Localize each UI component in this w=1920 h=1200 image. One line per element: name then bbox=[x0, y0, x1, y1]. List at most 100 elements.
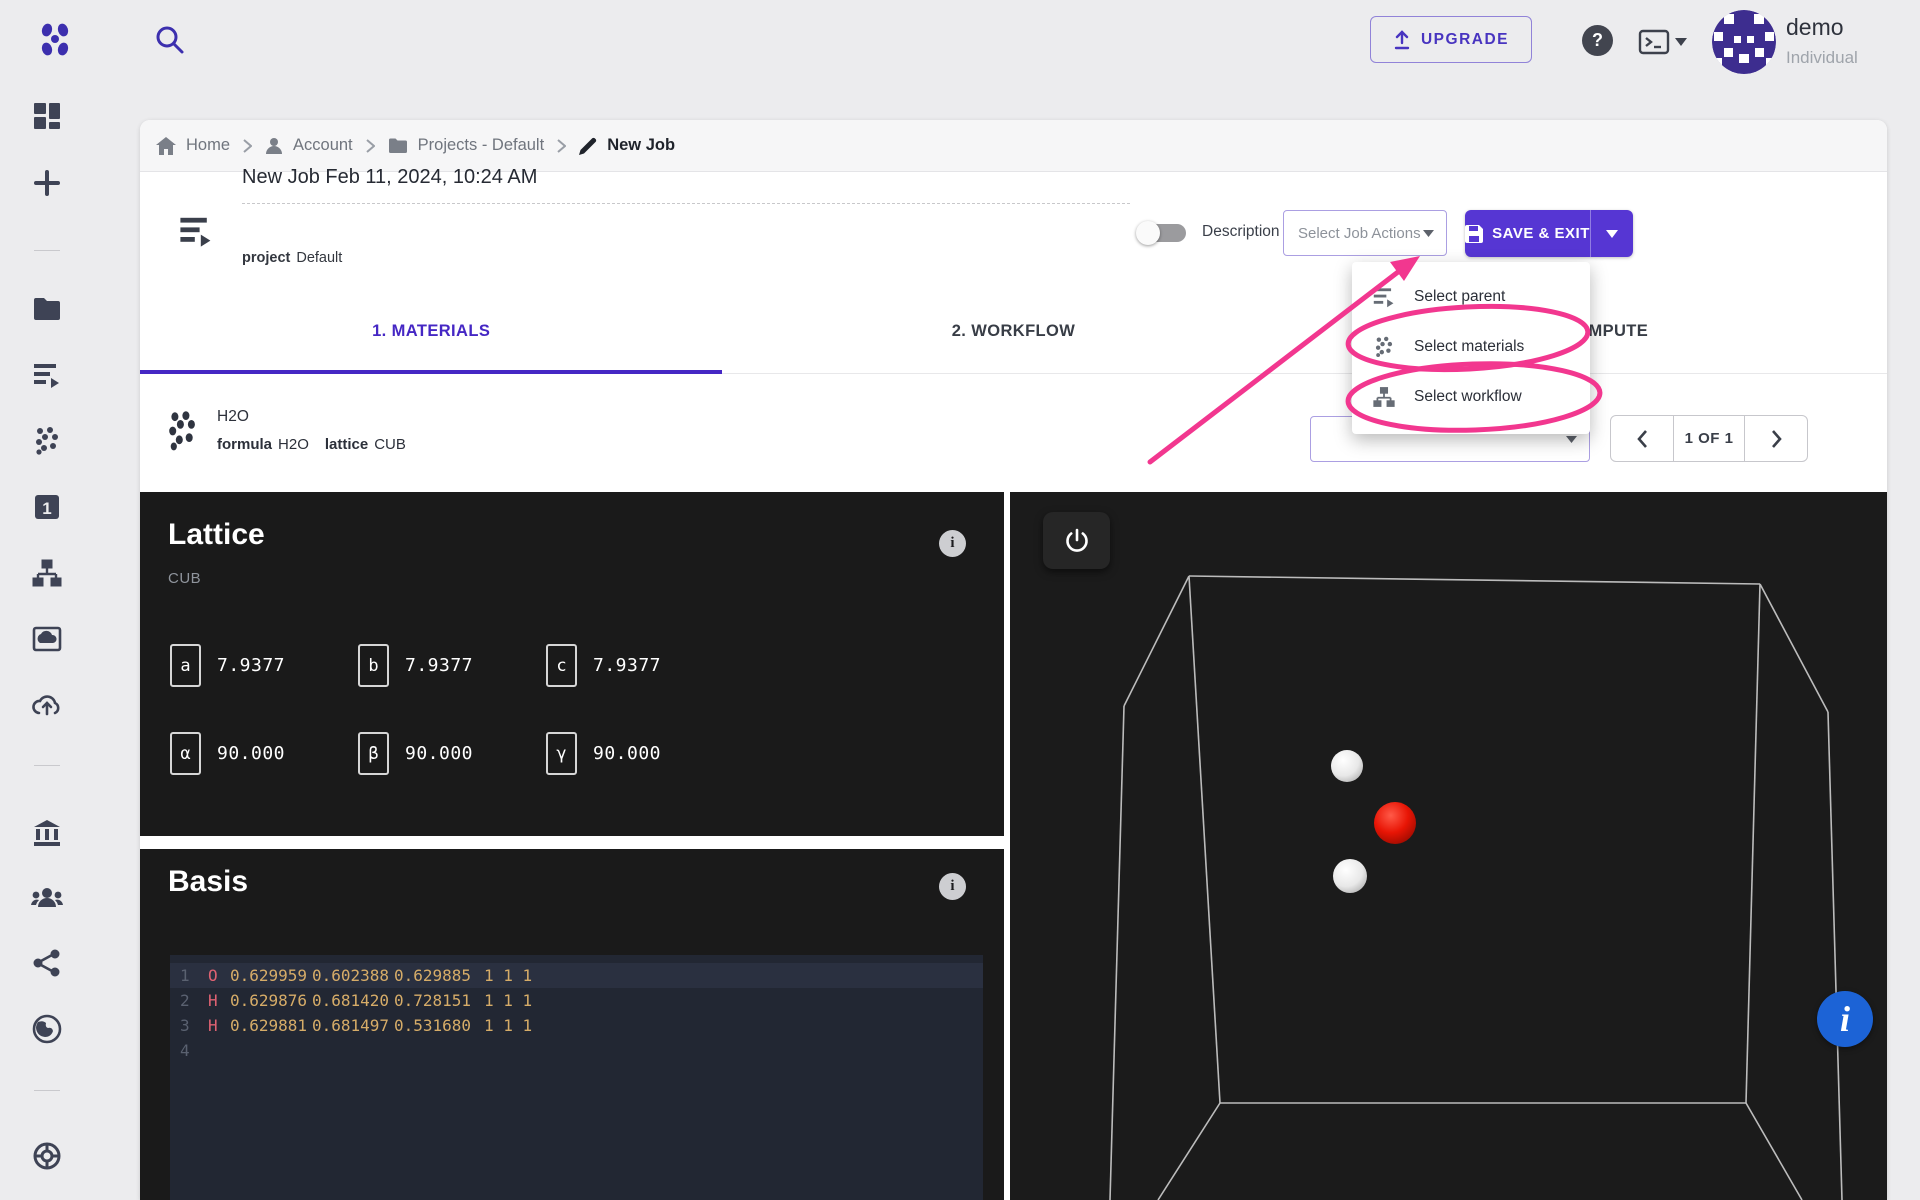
chevron-right-icon bbox=[557, 138, 567, 153]
sidebar-item-dashboard[interactable] bbox=[29, 98, 65, 134]
save-exit-menu-caret[interactable] bbox=[1591, 210, 1633, 257]
info-icon[interactable]: i bbox=[939, 530, 966, 557]
home-icon bbox=[156, 136, 176, 155]
chevron-down-icon bbox=[1675, 38, 1687, 46]
console-menu[interactable] bbox=[1638, 27, 1687, 57]
next-page-button[interactable] bbox=[1745, 416, 1807, 461]
lattice-param-a[interactable]: a 7.9377 bbox=[170, 644, 285, 687]
caret-down-icon bbox=[1423, 229, 1434, 237]
prev-page-button[interactable] bbox=[1611, 416, 1673, 461]
lattice-param-beta[interactable]: β 90.000 bbox=[358, 732, 473, 775]
menu-item-select-parent[interactable]: Select parent bbox=[1352, 272, 1590, 322]
lattice-param-b[interactable]: b 7.9377 bbox=[358, 644, 473, 687]
lattice-param-c[interactable]: c 7.9377 bbox=[546, 644, 661, 687]
caret-down-icon bbox=[1566, 435, 1577, 443]
sidebar-item-materials[interactable] bbox=[29, 423, 65, 459]
lattice-param-gamma[interactable]: γ 90.000 bbox=[546, 732, 661, 775]
lattice-panel: Lattice CUB i a 7.9377 b 7.9377 c 7.9377… bbox=[140, 492, 1004, 836]
sidebar-item-explore[interactable] bbox=[29, 1011, 65, 1047]
sidebar-item-workflows[interactable] bbox=[29, 555, 65, 591]
breadcrumb-projects[interactable]: Projects - Default bbox=[388, 136, 544, 155]
step-tabs: 1. MATERIALS 2. WORKFLOW 3. COMPUTE bbox=[140, 290, 1887, 374]
basis-title: Basis bbox=[168, 865, 249, 898]
breadcrumb-account[interactable]: Account bbox=[265, 136, 353, 155]
material-pagination: 1 OF 1 bbox=[1610, 415, 1808, 462]
basis-line[interactable]: 4 bbox=[170, 1038, 983, 1063]
molecule-scene[interactable] bbox=[1010, 492, 1887, 1200]
edit-icon bbox=[579, 137, 597, 155]
job-icon bbox=[178, 214, 214, 248]
select-parent-icon bbox=[1372, 286, 1396, 308]
breadcrumb: Home Account Projects - Default New Job bbox=[140, 120, 1887, 172]
basis-line[interactable]: 2 H 0.629876 0.681420 0.728151 1 1 1 bbox=[170, 988, 983, 1013]
user-name[interactable]: demo bbox=[1786, 14, 1844, 41]
upload-icon bbox=[1393, 29, 1411, 50]
lattice-type: CUB bbox=[168, 570, 202, 587]
chevron-right-icon bbox=[365, 138, 375, 153]
basis-line[interactable]: 1 O 0.629959 0.602388 0.629885 1 1 1 bbox=[170, 963, 983, 988]
menu-item-select-workflow[interactable]: Select workflow bbox=[1352, 372, 1590, 422]
description-toggle[interactable] bbox=[1136, 221, 1186, 245]
sidebar-divider bbox=[34, 1090, 60, 1091]
power-button[interactable] bbox=[1043, 512, 1110, 569]
save-exit-button[interactable]: SAVE & EXIT bbox=[1465, 210, 1633, 257]
description-label: Description bbox=[1202, 223, 1280, 240]
project-line: project Default bbox=[242, 250, 343, 266]
basis-editor[interactable]: 1 O 0.629959 0.602388 0.629885 1 1 1 2 H… bbox=[170, 955, 983, 1200]
sidebar-item-organization[interactable] bbox=[29, 815, 65, 851]
sidebar-item-share[interactable] bbox=[29, 945, 65, 981]
search-icon[interactable] bbox=[152, 22, 188, 58]
lattice-param-alpha[interactable]: α 90.000 bbox=[170, 732, 285, 775]
sidebar-item-create-new[interactable] bbox=[29, 165, 65, 201]
sidebar-divider bbox=[34, 765, 60, 766]
sidebar-item-uploads[interactable] bbox=[29, 687, 65, 723]
help-icon[interactable]: ? bbox=[1582, 25, 1613, 56]
viewer-panel[interactable]: i bbox=[1010, 492, 1887, 1200]
avatar[interactable] bbox=[1712, 10, 1776, 74]
tab-materials[interactable]: 1. MATERIALS bbox=[140, 290, 722, 373]
main-card: Home Account Projects - Default New Job … bbox=[140, 120, 1887, 1200]
atom-hydrogen-1[interactable] bbox=[1331, 750, 1363, 782]
sidebar-item-jobs[interactable] bbox=[29, 357, 65, 393]
sidebar-divider bbox=[34, 250, 60, 251]
unit-cell-wireframe bbox=[1109, 575, 1843, 1200]
sidebar-item-team[interactable] bbox=[29, 880, 65, 916]
chevron-right-icon bbox=[243, 138, 253, 153]
save-icon bbox=[1465, 224, 1484, 243]
sidebar-item-support[interactable] bbox=[29, 1138, 65, 1174]
atom-hydrogen-2[interactable] bbox=[1333, 859, 1367, 893]
job-title-field[interactable]: New Job Feb 11, 2024, 10:24 AM bbox=[242, 166, 1130, 204]
upgrade-button[interactable]: UPGRADE bbox=[1370, 16, 1532, 63]
account-icon bbox=[265, 137, 283, 155]
sidebar-item-visuals[interactable] bbox=[29, 621, 65, 657]
sidebar-item-workbench[interactable]: 1 bbox=[29, 489, 65, 525]
select-materials-icon bbox=[1372, 336, 1396, 358]
material-summary: formula H2O lattice CUB bbox=[217, 436, 406, 453]
folder-icon bbox=[388, 137, 408, 154]
sidebar-item-projects[interactable] bbox=[29, 291, 65, 327]
job-title: New Job Feb 11, 2024, 10:24 AM bbox=[242, 166, 538, 188]
app-logo[interactable] bbox=[36, 21, 74, 59]
material-name[interactable]: H2O bbox=[217, 408, 249, 426]
job-actions-menu: Select parent Select materials Select wo… bbox=[1352, 262, 1590, 434]
select-workflow-icon bbox=[1372, 386, 1396, 408]
tab-workflow[interactable]: 2. WORKFLOW bbox=[722, 290, 1304, 373]
viewer-info-button[interactable]: i bbox=[1817, 991, 1873, 1047]
atom-oxygen[interactable] bbox=[1374, 802, 1416, 844]
material-icon bbox=[165, 411, 198, 451]
job-actions-select[interactable]: Select Job Actions bbox=[1283, 210, 1447, 256]
page-indicator: 1 OF 1 bbox=[1673, 416, 1745, 461]
toggle-knob bbox=[1136, 221, 1160, 245]
basis-panel: Basis i 1 O 0.629959 0.602388 0.629885 1… bbox=[140, 849, 1004, 1200]
sidebar-item-partial[interactable] bbox=[29, 1186, 65, 1200]
basis-line[interactable]: 3 H 0.629881 0.681497 0.531680 1 1 1 bbox=[170, 1013, 983, 1038]
breadcrumb-home[interactable]: Home bbox=[156, 136, 230, 155]
breadcrumb-new-job[interactable]: New Job bbox=[579, 136, 675, 155]
lattice-title: Lattice bbox=[168, 518, 265, 551]
menu-item-select-materials[interactable]: Select materials bbox=[1352, 322, 1590, 372]
info-icon[interactable]: i bbox=[939, 873, 966, 900]
svg-text:1: 1 bbox=[42, 499, 51, 518]
upgrade-label: UPGRADE bbox=[1420, 30, 1509, 48]
terminal-icon bbox=[1638, 27, 1670, 57]
active-tab-indicator bbox=[140, 370, 722, 374]
